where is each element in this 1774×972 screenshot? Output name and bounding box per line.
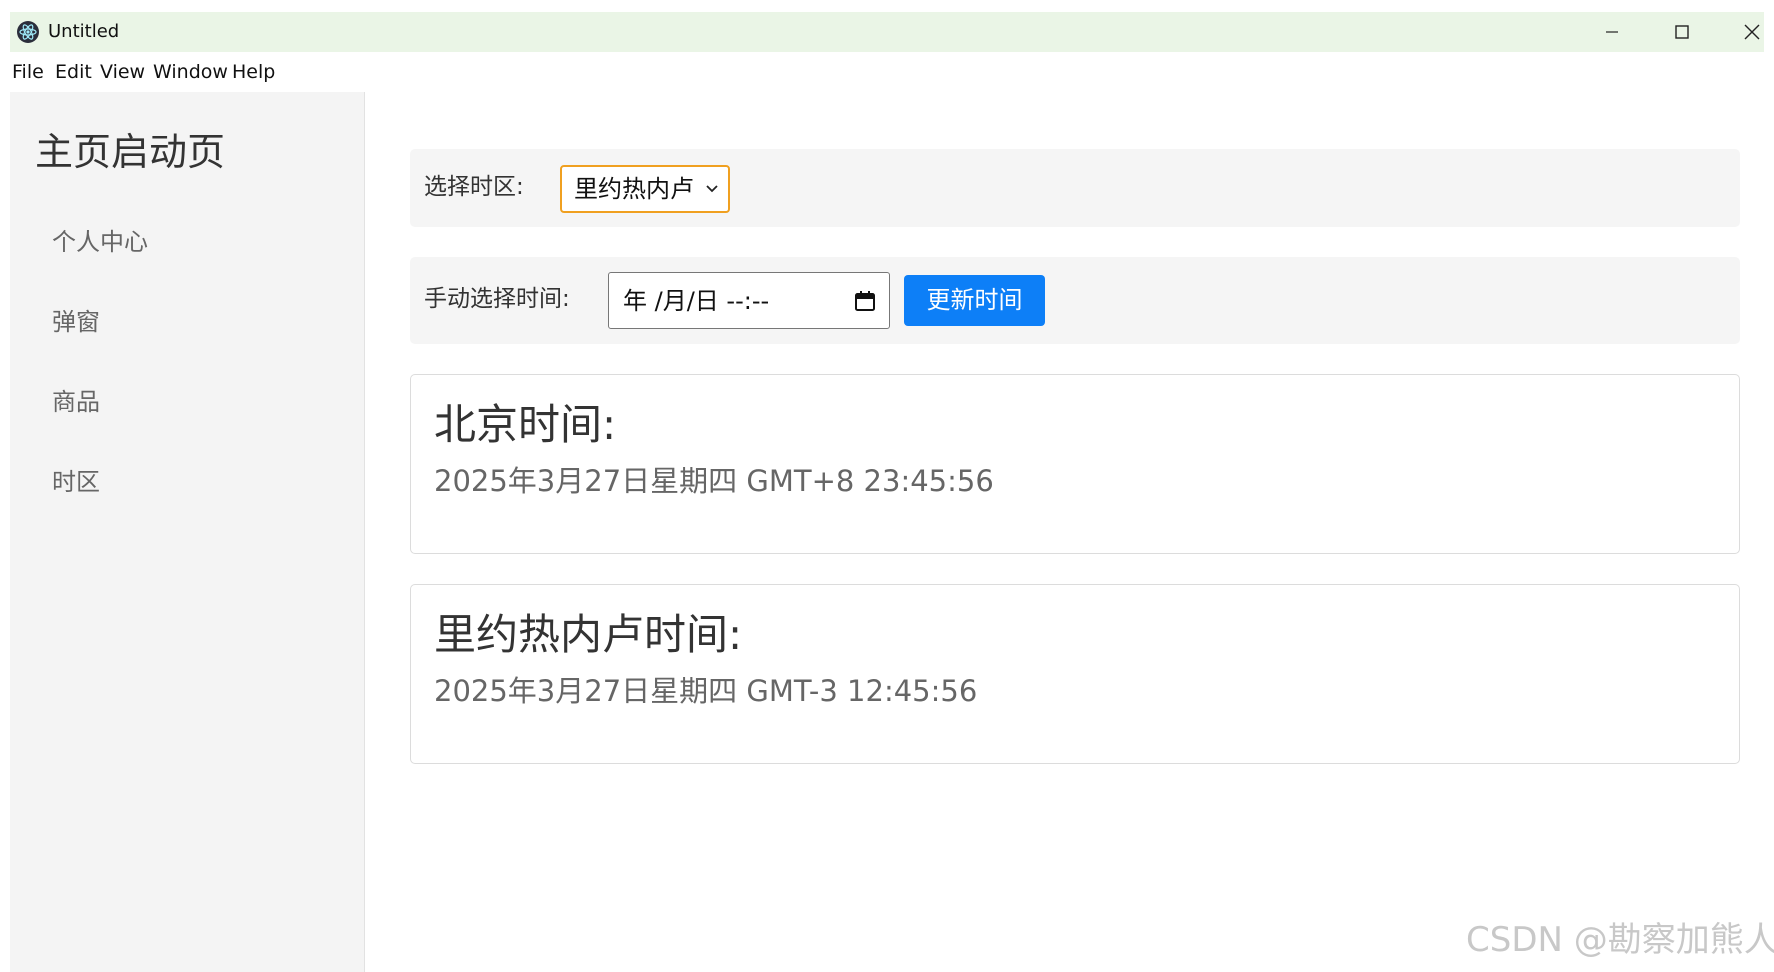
menu-edit[interactable]: Edit bbox=[55, 58, 92, 86]
title-bar: Untitled bbox=[10, 12, 1764, 52]
maximize-button[interactable] bbox=[1652, 12, 1712, 52]
sidebar: 主页启动页 个人中心 弹窗 商品 时区 bbox=[10, 92, 365, 972]
card-title: 里约热内卢时间: bbox=[434, 610, 743, 659]
chevron-down-icon bbox=[706, 185, 718, 193]
close-button[interactable] bbox=[1722, 12, 1774, 52]
timezone-selected-value: 里约热内卢 bbox=[574, 175, 694, 203]
close-icon bbox=[1744, 24, 1760, 40]
menu-view[interactable]: View bbox=[100, 58, 145, 86]
menu-window[interactable]: Window bbox=[153, 58, 228, 86]
sidebar-item-timezone[interactable]: 时区 bbox=[52, 465, 100, 499]
timezone-select[interactable]: 里约热内卢 bbox=[560, 165, 730, 213]
sidebar-item-profile[interactable]: 个人中心 bbox=[52, 225, 148, 259]
sidebar-item-products[interactable]: 商品 bbox=[52, 385, 100, 419]
card-time-value: 2025年3月27日星期四 GMT-3 12:45:56 bbox=[434, 674, 978, 708]
main-content: 选择时区: 里约热内卢 手动选择时间: 年 /月/日 --:-- 更新时间 北京… bbox=[366, 92, 1764, 972]
manual-time-label: 手动选择时间: bbox=[424, 286, 570, 312]
watermark: CSDN @勘察加熊人 bbox=[1466, 920, 1774, 960]
card-title: 北京时间: bbox=[434, 400, 617, 449]
minimize-icon bbox=[1606, 31, 1618, 33]
datetime-value: 年 /月/日 --:-- bbox=[623, 287, 770, 315]
timezone-label: 选择时区: bbox=[424, 174, 524, 200]
window-title: Untitled bbox=[48, 21, 120, 42]
app-window: Untitled File Edit View Window Help 主页启动… bbox=[10, 12, 1764, 972]
beijing-time-card: 北京时间: 2025年3月27日星期四 GMT+8 23:45:56 bbox=[410, 374, 1740, 554]
maximize-icon bbox=[1675, 25, 1689, 39]
menu-help[interactable]: Help bbox=[232, 58, 275, 86]
sidebar-brand[interactable]: 主页启动页 bbox=[35, 126, 225, 178]
datetime-input[interactable]: 年 /月/日 --:-- bbox=[608, 272, 890, 329]
electron-app-icon bbox=[16, 20, 40, 44]
rio-time-card: 里约热内卢时间: 2025年3月27日星期四 GMT-3 12:45:56 bbox=[410, 584, 1740, 764]
menu-file[interactable]: File bbox=[12, 58, 44, 86]
card-time-value: 2025年3月27日星期四 GMT+8 23:45:56 bbox=[434, 464, 994, 498]
minimize-button[interactable] bbox=[1582, 12, 1642, 52]
menu-bar: File Edit View Window Help bbox=[10, 52, 1764, 92]
update-time-button[interactable]: 更新时间 bbox=[904, 275, 1045, 326]
manual-time-panel: 手动选择时间: 年 /月/日 --:-- 更新时间 bbox=[410, 257, 1740, 344]
calendar-icon[interactable] bbox=[853, 289, 877, 313]
timezone-panel: 选择时区: 里约热内卢 bbox=[410, 149, 1740, 227]
sidebar-item-popup[interactable]: 弹窗 bbox=[52, 305, 100, 339]
